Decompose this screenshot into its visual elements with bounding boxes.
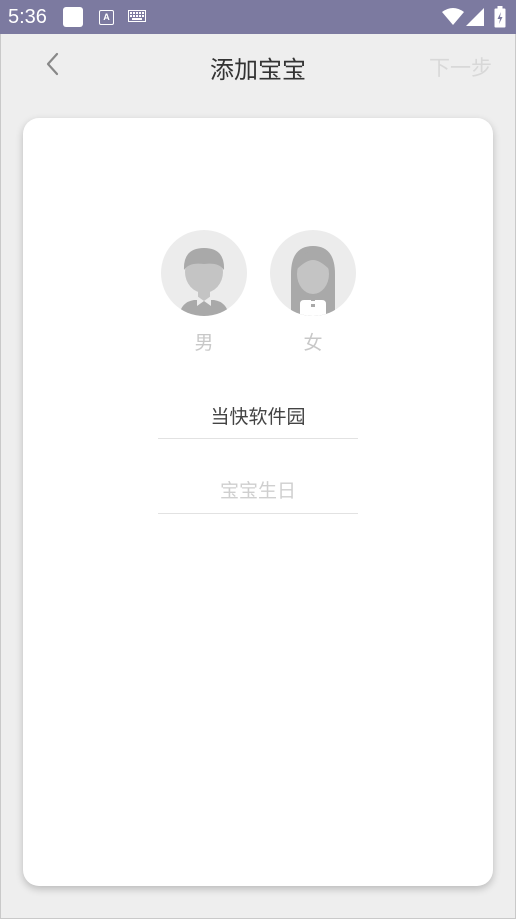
signal-icon <box>466 8 484 26</box>
baby-name-input[interactable]: 当快软件园 <box>158 397 358 439</box>
toolbar: 添加宝宝 下一步 <box>0 34 516 96</box>
status-time: 5:36 <box>8 6 47 28</box>
app-square-icon <box>63 7 83 27</box>
status-bar: 5:36 A <box>0 0 516 34</box>
baby-birthday-field[interactable]: 宝宝生日 <box>158 471 358 514</box>
gender-female-label: 女 <box>303 332 323 354</box>
add-baby-card: 男 女 当快软件园 宝宝生日 <box>23 118 493 886</box>
keyboard-icon <box>128 10 146 22</box>
girl-avatar-icon <box>270 230 356 316</box>
wifi-icon <box>442 8 464 25</box>
boy-avatar-icon <box>161 230 247 316</box>
gender-male-label: 男 <box>194 332 214 354</box>
gender-male-option[interactable]: 男 <box>161 230 247 355</box>
battery-icon <box>494 6 506 28</box>
gender-female-option[interactable]: 女 <box>270 230 356 355</box>
next-step-button[interactable]: 下一步 <box>429 52 492 82</box>
font-a-icon: A <box>99 10 114 25</box>
